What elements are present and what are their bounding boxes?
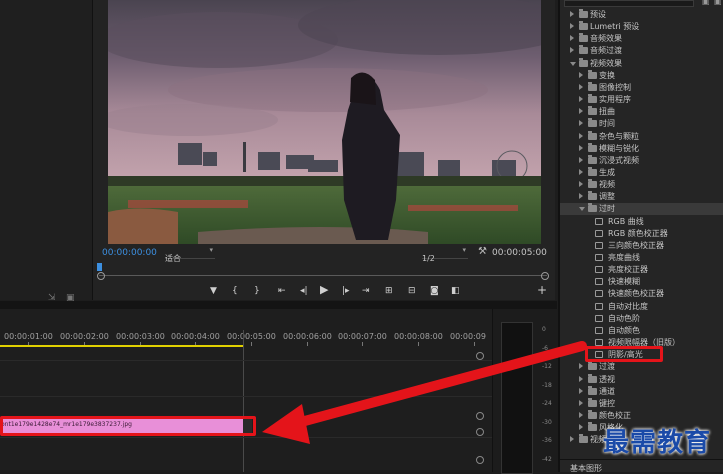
annotation-arrow — [262, 341, 587, 444]
watermark: 最需教育 — [603, 428, 712, 458]
